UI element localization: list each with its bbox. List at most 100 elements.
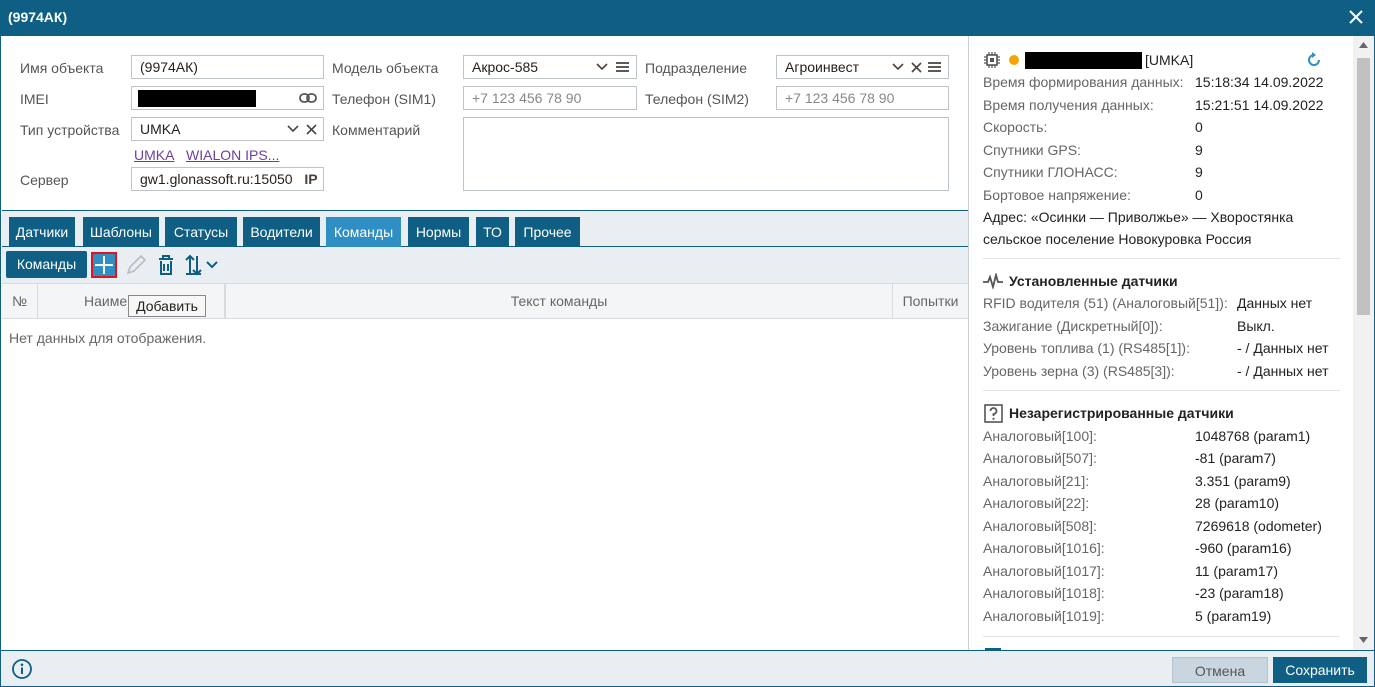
server-field[interactable]: gw1.glonassoft.ru:15050 IP <box>131 167 324 191</box>
sensor-value: Данных нет <box>1237 295 1313 311</box>
redacted-block <box>138 90 256 107</box>
pulse-icon <box>983 273 1003 289</box>
param-value: 1048768 (param1) <box>1195 428 1311 444</box>
address-line: сельское поселение Новокуровка Россия <box>983 231 1252 247</box>
phone2-label: Телефон (SIM2) <box>645 91 749 107</box>
tab-drivers[interactable]: Водители <box>243 217 320 247</box>
menu-icon[interactable] <box>928 61 941 73</box>
model-value: Акрос-585 <box>472 59 539 75</box>
add-button[interactable] <box>91 252 117 278</box>
sensor-label: Уровень топлива (1) (RS485[1]): <box>983 340 1190 356</box>
param-label: Аналоговый[21]: <box>983 473 1090 489</box>
delete-icon[interactable] <box>153 252 179 278</box>
param-value: -81 (param7) <box>1195 450 1276 466</box>
chevron-down-icon[interactable] <box>596 63 608 71</box>
param-label: Аналоговый[1017]: <box>983 563 1105 579</box>
unregistered-sensors-title: Незарегистрированные датчики <box>1009 405 1234 421</box>
commands-button[interactable]: Команды <box>6 251 87 278</box>
ip-badge[interactable]: IP <box>299 168 323 190</box>
section-divider <box>983 390 1340 391</box>
save-button[interactable]: Сохранить <box>1273 657 1367 683</box>
model-label: Модель объекта <box>332 60 439 76</box>
object-form: Имя объекта (9974АК) IMEI Тип устройства… <box>2 36 968 210</box>
tab-sensors[interactable]: Датчики <box>9 217 75 247</box>
scroll-up-icon[interactable] <box>1359 42 1368 48</box>
comment-field[interactable] <box>463 117 949 191</box>
window-title: (9974АК) <box>8 9 68 25</box>
phone1-field[interactable]: +7 123 456 78 90 <box>463 86 637 110</box>
name-value: (9974АК) <box>140 59 198 75</box>
info-panel: [UMKA] Время формирования данных: 15:18:… <box>969 36 1353 650</box>
chevron-down-icon[interactable] <box>287 125 299 133</box>
section-divider <box>983 258 1340 259</box>
info-value: 15:21:51 14.09.2022 <box>1195 97 1324 113</box>
info-label: Время формирования данных: <box>983 74 1184 90</box>
edit-icon[interactable] <box>123 252 149 278</box>
server-value: gw1.glonassoft.ru:15050 <box>140 171 293 187</box>
tab-statuses[interactable]: Статусы <box>165 217 237 247</box>
server-label: Сервер <box>20 172 69 188</box>
sensor-label: Зажигание (Дискретный[0]): <box>983 318 1163 334</box>
param-value: -960 (param16) <box>1195 540 1292 556</box>
scroll-thumb[interactable] <box>1357 58 1370 315</box>
model-select[interactable]: Акрос-585 <box>463 55 637 79</box>
col-command-text[interactable]: Текст команды <box>226 284 893 318</box>
menu-icon[interactable] <box>616 61 629 73</box>
param-value: -23 (param18) <box>1195 585 1284 601</box>
chevron-down-icon[interactable] <box>892 63 904 71</box>
clear-icon[interactable] <box>911 62 922 73</box>
empty-message: Нет данных для отображения. <box>9 330 207 346</box>
phone1-placeholder: +7 123 456 78 90 <box>472 90 582 106</box>
phone2-placeholder: +7 123 456 78 90 <box>785 90 895 106</box>
tab-commands[interactable]: Команды <box>326 217 401 247</box>
tab-templates[interactable]: Шаблоны <box>83 217 159 247</box>
param-value: 28 (param10) <box>1195 495 1280 511</box>
info-icon[interactable] <box>12 659 32 679</box>
phone1-label: Телефон (SIM1) <box>332 91 436 107</box>
name-field[interactable]: (9974АК) <box>131 55 324 79</box>
info-label: Скорость: <box>983 119 1048 135</box>
param-value: 3.351 (param9) <box>1195 473 1291 489</box>
param-label: Аналоговый[22]: <box>983 495 1090 511</box>
section-divider <box>983 636 1340 637</box>
cancel-button[interactable]: Отмена <box>1172 657 1268 683</box>
phone2-field[interactable]: +7 123 456 78 90 <box>776 86 949 110</box>
question-icon <box>984 404 1003 423</box>
param-label: Аналоговый[508]: <box>983 518 1097 534</box>
param-label: Аналоговый[1018]: <box>983 585 1105 601</box>
info-label: Спутники GPS: <box>983 142 1081 158</box>
installed-sensors-title: Установленные датчики <box>1009 273 1178 289</box>
param-label: Аналоговый[507]: <box>983 450 1097 466</box>
division-select[interactable]: Агроинвест <box>776 55 949 79</box>
tab-other[interactable]: Прочее <box>515 217 580 247</box>
status-dot <box>1009 55 1019 65</box>
tab-norms[interactable]: Нормы <box>408 217 469 247</box>
col-attempts[interactable]: Попытки <box>893 284 968 318</box>
sensor-label: RFID водителя (51) (Аналоговый[51]): <box>983 295 1228 311</box>
info-label: Бортовое напряжение: <box>983 187 1131 203</box>
close-icon[interactable] <box>1347 8 1365 26</box>
refresh-icon[interactable] <box>1306 52 1322 68</box>
sensor-value: Выкл. <box>1237 318 1275 334</box>
add-tooltip: Добавить <box>128 295 206 317</box>
import-export-icon[interactable] <box>183 252 221 278</box>
tab-bar: Датчики Шаблоны Статусы Водители Команды… <box>2 211 968 247</box>
imei-field[interactable] <box>131 86 324 110</box>
param-label: Аналоговый[1016]: <box>983 540 1105 556</box>
param-value: 11 (param17) <box>1195 563 1279 579</box>
tab-maintenance[interactable]: ТО <box>476 217 509 247</box>
scroll-down-icon[interactable] <box>1359 637 1368 643</box>
sensor-value: - / Данных нет <box>1237 363 1329 379</box>
title-bar: (9974АК) <box>0 0 1375 36</box>
device-type-select[interactable]: UMKA <box>131 117 324 141</box>
info-scrollbar[interactable] <box>1353 36 1374 650</box>
link-wialon[interactable]: WIALON IPS... <box>186 147 279 163</box>
link-umka[interactable]: UMKA <box>134 147 174 163</box>
clear-icon[interactable] <box>306 124 317 135</box>
col-number[interactable]: № <box>2 284 38 318</box>
link-icon[interactable] <box>299 92 317 104</box>
info-value: 9 <box>1195 142 1203 158</box>
info-value: 0 <box>1195 119 1203 135</box>
commands-toolbar: Команды <box>2 247 968 283</box>
device-suffix: [UMKA] <box>1145 52 1194 68</box>
